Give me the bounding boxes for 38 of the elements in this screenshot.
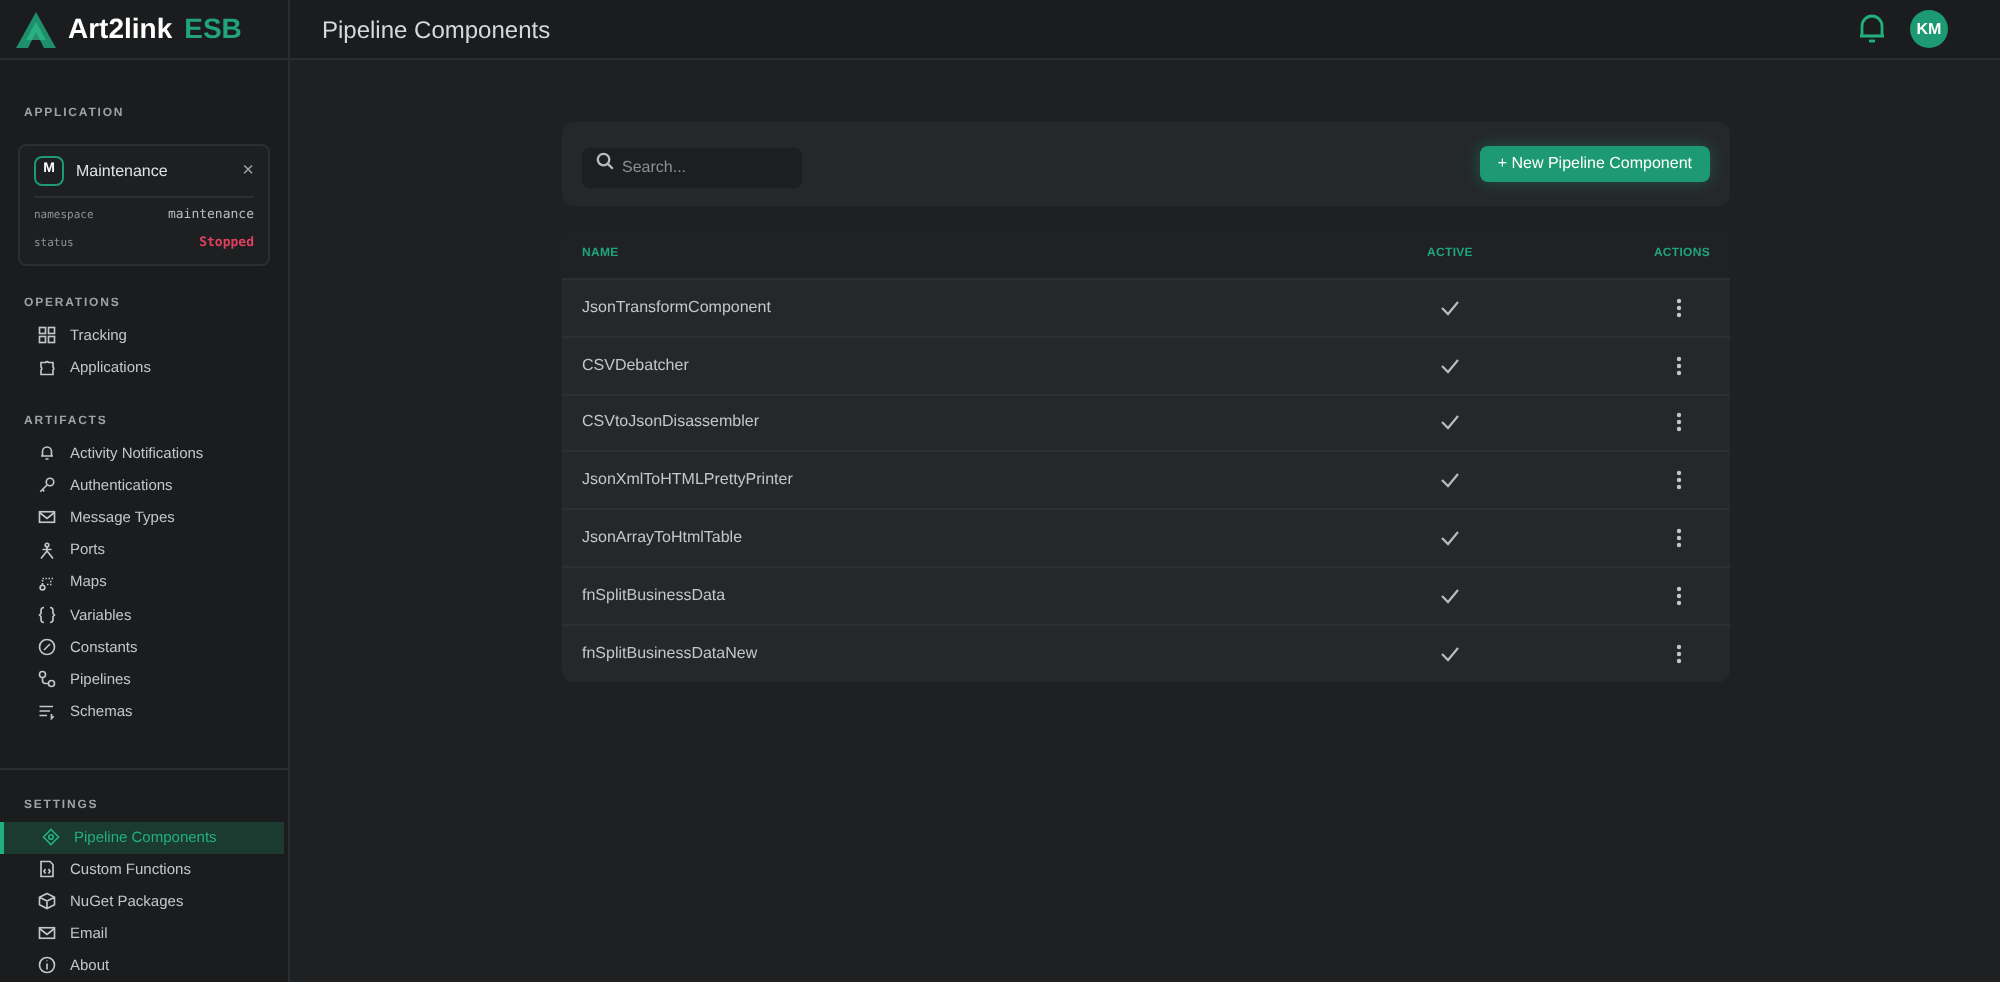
table-cell-text: CSVtoJsonDisassembler (582, 410, 761, 435)
close-button[interactable]: × (242, 161, 254, 181)
bell-icon[interactable] (1858, 14, 1886, 44)
logo-icon (16, 11, 56, 47)
page-title: Pipeline Components (322, 13, 551, 47)
table-cell-text: fnSplitBusinessDataNew (582, 641, 760, 666)
envelope-icon (38, 508, 56, 527)
envelope-icon (38, 924, 56, 943)
brand-suffix: ESB (184, 10, 242, 48)
info-icon (38, 956, 56, 975)
user-avatar[interactable]: KM (1910, 10, 1948, 48)
cube-icon (38, 892, 56, 911)
grid-icon (38, 326, 56, 345)
more-options-icon[interactable] (1676, 643, 1682, 664)
braces-icon (38, 605, 56, 624)
bell-icon (38, 444, 56, 463)
more-options-icon[interactable] (1676, 470, 1682, 491)
more-options-icon[interactable] (1676, 412, 1682, 433)
table-cell-text: JsonXmlToHTMLPrettyPrinter (582, 468, 795, 493)
brand-name: Art2link (68, 10, 173, 48)
application-name: Maintenance (76, 159, 168, 183)
more-options-icon[interactable] (1676, 585, 1682, 606)
more-options-icon[interactable] (1676, 355, 1682, 376)
more-options-icon[interactable] (1676, 297, 1682, 318)
table-cell-text: CSVDebatcher (582, 353, 691, 378)
file-code-icon (38, 860, 56, 879)
search-field[interactable]: Search... (582, 147, 802, 187)
person-icon (38, 541, 56, 560)
nodes-icon (38, 669, 56, 688)
new-pipeline-component-button[interactable]: + New Pipeline Component (1479, 146, 1710, 182)
table-cell-text: JsonArrayToHtmlTable (582, 526, 745, 551)
key-icon (38, 476, 56, 495)
more-options-icon[interactable] (1676, 528, 1682, 549)
diamond-icon (42, 828, 60, 847)
search-icon (596, 151, 614, 169)
list-icon (38, 701, 56, 720)
table-cell-text: JsonTransformComponent (582, 295, 773, 320)
table-cell-text: fnSplitBusinessData (582, 583, 728, 608)
